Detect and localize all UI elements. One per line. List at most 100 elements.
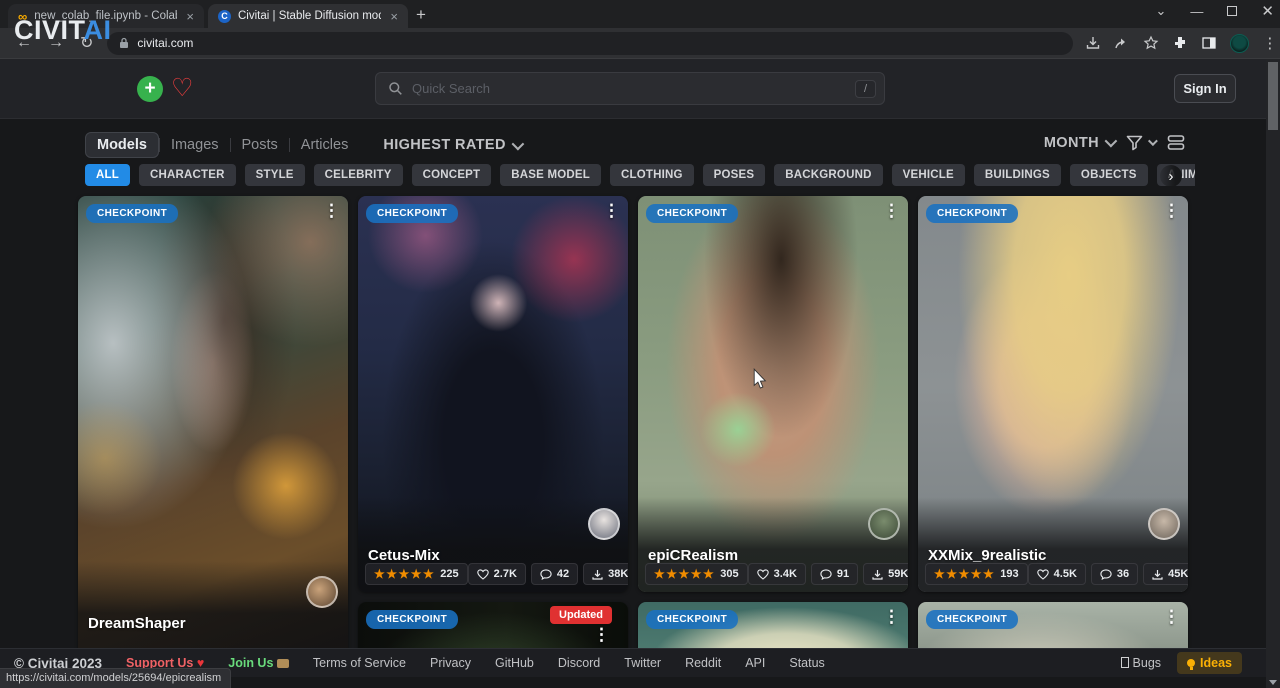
browser-window: ∞ new_colab_file.ipynb - Colaborat × C C…	[0, 0, 1280, 688]
civitai-logo[interactable]: CIVITAI	[14, 15, 112, 46]
create-button[interactable]: +	[137, 76, 163, 102]
card-menu-icon[interactable]: ⋮	[323, 202, 340, 219]
filter-button[interactable]	[1126, 135, 1155, 151]
download-icon[interactable]	[1085, 35, 1101, 51]
chip-concept[interactable]: CONCEPT	[412, 164, 492, 186]
chip-all[interactable]: ALL	[85, 164, 130, 186]
side-panel-icon[interactable]	[1201, 35, 1217, 51]
card-menu-icon[interactable]: ⋮	[883, 608, 900, 625]
restore-button[interactable]	[1227, 6, 1237, 16]
favorites-heart-icon[interactable]: ♡	[171, 73, 193, 103]
chip-objects[interactable]: OBJECTS	[1070, 164, 1148, 186]
new-tab-button[interactable]: +	[416, 5, 426, 25]
discord-link[interactable]: Discord	[558, 656, 600, 670]
github-link[interactable]: GitHub	[495, 656, 534, 670]
comment-icon	[820, 569, 832, 580]
link-status-bar: https://civitai.com/models/25694/epicrea…	[0, 668, 231, 688]
creator-avatar[interactable]	[1148, 508, 1180, 540]
comment-icon	[540, 569, 552, 580]
minimize-button[interactable]: —	[1190, 4, 1203, 19]
tab-posts[interactable]: Posts	[231, 133, 289, 157]
creator-avatar[interactable]	[868, 508, 900, 540]
likes-pill: 2.7K	[468, 563, 526, 585]
tab-articles[interactable]: Articles	[290, 133, 360, 157]
tab-models[interactable]: Models	[85, 132, 159, 158]
period-dropdown[interactable]: MONTH	[1044, 135, 1114, 151]
card-menu-icon[interactable]: ⋮	[883, 202, 900, 219]
model-type-badge: CHECKPOINT	[646, 610, 738, 629]
reddit-link[interactable]: Reddit	[685, 656, 721, 670]
card-menu-icon[interactable]: ⋮	[593, 626, 610, 643]
close-window-button[interactable]: ✕	[1261, 2, 1274, 20]
card-menu-icon[interactable]: ⋮	[603, 202, 620, 219]
chips-scroll-right-button[interactable]: ›	[1160, 165, 1182, 187]
stars-icon: ★★★★★	[934, 567, 995, 581]
heart-icon	[477, 569, 489, 580]
tab-search-chevron-icon[interactable]: ⌄	[1156, 3, 1167, 19]
rating-pill: ★★★★★ 305	[645, 563, 748, 585]
privacy-link[interactable]: Privacy	[430, 656, 471, 670]
ideas-button[interactable]: Ideas	[1177, 652, 1242, 674]
page-scrollbar[interactable]	[1266, 59, 1280, 688]
model-card-partial[interactable]: CHECKPOINT ⋮	[918, 602, 1188, 652]
bookmark-star-icon[interactable]	[1143, 35, 1159, 51]
status-link[interactable]: Status	[789, 656, 824, 670]
bug-icon	[1121, 657, 1129, 668]
card-menu-icon[interactable]: ⋮	[1163, 608, 1180, 625]
chip-poses[interactable]: POSES	[703, 164, 766, 186]
model-type-badge: CHECKPOINT	[366, 204, 458, 223]
scrollbar-thumb[interactable]	[1268, 62, 1278, 130]
search-input[interactable]	[412, 81, 855, 96]
tab-images[interactable]: Images	[160, 133, 230, 157]
chip-background[interactable]: BACKGROUND	[774, 164, 882, 186]
extensions-icon[interactable]	[1172, 35, 1188, 51]
chip-celebrity[interactable]: CELEBRITY	[314, 164, 403, 186]
creator-avatar[interactable]	[306, 576, 338, 608]
model-type-badge: CHECKPOINT	[926, 204, 1018, 223]
briefcase-icon	[277, 659, 289, 668]
downloads-pill: 38K	[583, 563, 628, 585]
share-icon[interactable]	[1114, 35, 1130, 51]
twitter-link[interactable]: Twitter	[624, 656, 661, 670]
terms-link[interactable]: Terms of Service	[313, 656, 406, 670]
profile-avatar[interactable]	[1230, 34, 1249, 53]
api-link[interactable]: API	[745, 656, 765, 670]
sort-dropdown[interactable]: HIGHEST RATED	[383, 137, 521, 153]
card-menu-icon[interactable]: ⋮	[1163, 202, 1180, 219]
chip-buildings[interactable]: BUILDINGS	[974, 164, 1061, 186]
model-card-partial[interactable]: CHECKPOINT ⋮	[638, 602, 908, 652]
chip-character[interactable]: CHARACTER	[139, 164, 236, 186]
tab-title: Civitai | Stable Diffusion models,	[238, 10, 381, 22]
sign-in-button[interactable]: Sign In	[1174, 74, 1236, 103]
model-card-xxmix9realistic[interactable]: CHECKPOINT ⋮ XXMix_9realistic ★★★★★ 193 …	[918, 196, 1188, 592]
chip-style[interactable]: STYLE	[245, 164, 305, 186]
creator-avatar[interactable]	[588, 508, 620, 540]
model-stats: ★★★★★ 225 2.7K 42 38K	[365, 563, 621, 585]
model-card-dreamshaper[interactable]: CHECKPOINT ⋮ DreamShaper	[78, 196, 348, 656]
model-card-epicrealism[interactable]: CHECKPOINT ⋮ epiCRealism ★★★★★ 305 3.4K …	[638, 196, 908, 592]
model-card-partial[interactable]: CHECKPOINT Updated ⋮	[358, 602, 628, 652]
join-us-link[interactable]: Join Us	[228, 656, 289, 670]
tab-strip: ∞ new_colab_file.ipynb - Colaborat × C C…	[0, 0, 1280, 28]
chip-base-model[interactable]: BASE MODEL	[500, 164, 601, 186]
bugs-link[interactable]: Bugs	[1121, 656, 1162, 670]
url-bar[interactable]: civitai.com	[107, 32, 1073, 55]
lock-icon	[119, 37, 129, 49]
chevron-down-icon	[1148, 136, 1158, 146]
tab-close-icon[interactable]: ×	[184, 10, 196, 23]
likes-pill: 3.4K	[748, 563, 806, 585]
chip-vehicle[interactable]: VEHICLE	[892, 164, 965, 186]
browser-menu-icon[interactable]: ⋮	[1262, 34, 1277, 52]
comments-pill: 91	[811, 563, 858, 585]
search-bar[interactable]: /	[375, 72, 885, 105]
chip-clothing[interactable]: CLOTHING	[610, 164, 694, 186]
download-icon	[872, 569, 883, 580]
tab-civitai[interactable]: C Civitai | Stable Diffusion models, ×	[208, 4, 408, 28]
civitai-favicon-icon: C	[218, 10, 231, 23]
heart-icon	[757, 569, 769, 580]
model-card-cetus-mix[interactable]: CHECKPOINT ⋮ Cetus-Mix ★★★★★ 225 2.7K 42	[358, 196, 628, 592]
scrollbar-down-arrow[interactable]	[1269, 680, 1277, 685]
likes-pill: 4.5K	[1028, 563, 1086, 585]
layout-toggle-icon[interactable]	[1167, 134, 1185, 151]
tab-close-icon[interactable]: ×	[388, 10, 400, 23]
